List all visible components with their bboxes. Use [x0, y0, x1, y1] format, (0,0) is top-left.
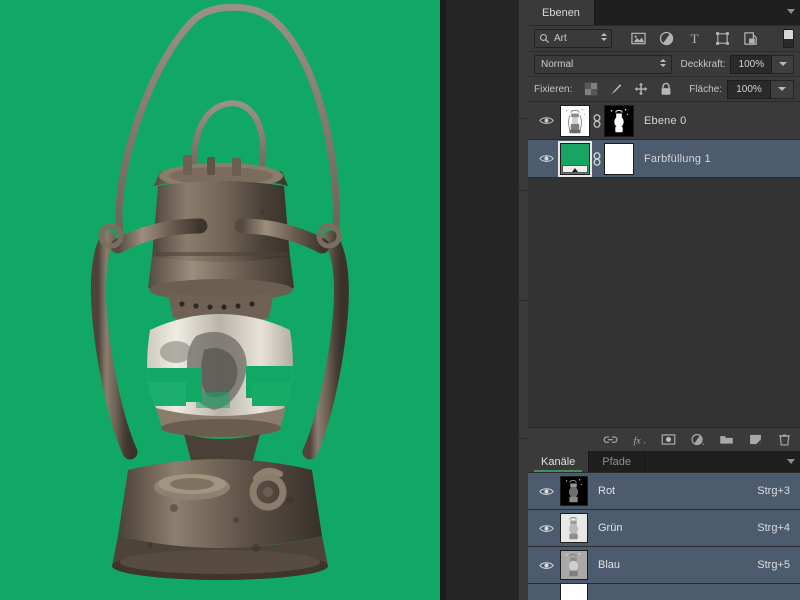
layers-bottom-toolbar: fx — [528, 427, 800, 451]
filter-kind-spinner-icon[interactable] — [601, 33, 607, 41]
table-row[interactable]: Grün Strg+4 — [528, 510, 800, 547]
layer-mask-thumbnail[interactable] — [604, 104, 634, 137]
lock-label: Fixieren: — [534, 83, 573, 95]
panel-resize-handle[interactable] — [518, 0, 529, 600]
layers-tabbar: Ebenen — [528, 0, 800, 26]
delete-layer-icon[interactable] — [777, 432, 792, 447]
layers-panel: Ebenen Art T Normal Deckkraft: 100% Fixi… — [528, 0, 800, 451]
channel-name: Grün — [598, 522, 623, 534]
channel-visibility-toggle[interactable] — [532, 560, 560, 571]
type-layer-filter-icon[interactable]: T — [687, 31, 702, 46]
tab-pfade-label: Pfade — [602, 455, 632, 468]
smart-object-filter-icon[interactable] — [743, 31, 758, 46]
tab-ebenen[interactable]: Ebenen — [528, 0, 595, 25]
layer-visibility-toggle[interactable] — [532, 153, 560, 164]
channels-tabbar: Kanäle Pfade — [528, 451, 800, 473]
svg-text:fx: fx — [634, 435, 642, 446]
table-row[interactable]: Farbfüllung 1 — [528, 140, 800, 178]
fill-layer-mask-thumbnail[interactable] — [604, 142, 634, 175]
table-row[interactable]: Blau Strg+5 — [528, 547, 800, 584]
panel-dock: Ebenen Art T Normal Deckkraft: 100% Fixi… — [528, 0, 800, 600]
fill-layer-thumbnail[interactable] — [558, 140, 592, 177]
eye-icon — [538, 155, 554, 162]
blend-mode-spinner-icon[interactable] — [660, 58, 667, 67]
channel-thumbnail[interactable] — [560, 584, 588, 600]
tab-ebenen-label: Ebenen — [542, 6, 580, 19]
blend-mode-row: Normal Deckkraft: 100% — [528, 52, 800, 77]
layer-name: Ebene 0 — [644, 114, 687, 127]
tab-kanaele-label: Kanäle — [541, 455, 576, 468]
tab-kanaele[interactable]: Kanäle — [528, 451, 590, 472]
filter-enable-toggle[interactable] — [783, 29, 794, 48]
filter-type-icons: T — [631, 31, 758, 46]
new-layer-icon[interactable] — [748, 432, 763, 447]
fill-input[interactable]: 100% — [727, 79, 771, 99]
link-layers-icon[interactable] — [603, 432, 618, 447]
blend-mode-value: Normal — [541, 58, 574, 70]
fill-dropdown-button[interactable] — [771, 79, 794, 99]
lock-all-icon[interactable] — [659, 82, 673, 96]
lock-icons — [584, 82, 673, 96]
layer-filter-row: Art T — [528, 26, 800, 52]
filter-kind-select[interactable]: Art — [534, 29, 612, 48]
eye-icon — [538, 487, 554, 495]
channel-shortcut: Strg+4 — [757, 522, 790, 534]
chevron-down-icon — [778, 62, 787, 66]
layer-style-fx-icon[interactable]: fx — [632, 432, 647, 447]
channel-thumbnail[interactable] — [560, 513, 588, 543]
lock-position-icon[interactable] — [634, 82, 648, 96]
layer-mask-link-icon[interactable] — [590, 151, 604, 166]
layer-name: Farbfüllung 1 — [644, 152, 711, 165]
channel-visibility-toggle[interactable] — [532, 486, 560, 497]
svg-text:T: T — [690, 31, 698, 46]
gradient-slider-icon — [562, 164, 588, 173]
channel-name: Rot — [598, 485, 616, 497]
channel-name: Blau — [598, 559, 621, 571]
table-row[interactable] — [528, 584, 800, 600]
panel-menu-icon[interactable] — [787, 459, 795, 464]
layer-list: Ebene 0 Farbfüllung 1 — [528, 102, 800, 427]
table-row[interactable]: Ebene 0 — [528, 102, 800, 140]
channel-shortcut: Strg+3 — [757, 485, 790, 497]
adjustment-layer-filter-icon[interactable] — [659, 31, 674, 46]
eye-icon — [538, 561, 554, 569]
fill-label: Fläche: — [689, 83, 722, 95]
solid-color-swatch — [561, 143, 589, 174]
channel-thumbnail[interactable] — [560, 550, 588, 580]
search-icon — [539, 33, 549, 43]
tab-pfade[interactable]: Pfade — [589, 451, 646, 472]
channel-visibility-toggle[interactable] — [532, 523, 560, 534]
eye-icon — [538, 117, 554, 124]
pixel-layer-filter-icon[interactable] — [631, 31, 646, 46]
layer-visibility-toggle[interactable] — [532, 115, 560, 126]
add-layer-mask-icon[interactable] — [661, 432, 676, 447]
lantern-image — [0, 0, 440, 600]
opacity-label: Deckkraft: — [680, 58, 726, 70]
photoshop-window: Ebenen Art T Normal Deckkraft: 100% Fixi… — [0, 0, 800, 600]
table-row[interactable]: Rot Strg+3 — [528, 473, 800, 510]
channels-panel: Kanäle Pfade Rot Strg+3 Grün Strg+4 Blau… — [528, 451, 800, 600]
lock-row: Fixieren: Fläche: 100% — [528, 77, 800, 102]
canvas-area[interactable] — [0, 0, 446, 600]
channel-thumbnail[interactable] — [560, 476, 588, 506]
shape-layer-filter-icon[interactable] — [715, 31, 730, 46]
channel-shortcut: Strg+5 — [757, 559, 790, 571]
lock-transparent-pixels-icon[interactable] — [584, 82, 598, 96]
filter-kind-label: Art — [554, 33, 567, 44]
eye-icon — [538, 524, 554, 532]
opacity-dropdown-button[interactable] — [772, 54, 794, 74]
new-group-icon[interactable] — [719, 432, 734, 447]
layer-thumbnail[interactable] — [560, 104, 590, 137]
panel-menu-icon[interactable] — [787, 9, 795, 14]
lock-image-pixels-icon[interactable] — [609, 82, 623, 96]
layer-mask-link-icon[interactable] — [590, 113, 604, 128]
blend-mode-select[interactable]: Normal — [534, 54, 673, 74]
chevron-down-icon — [778, 87, 786, 91]
workspace-filler — [446, 0, 518, 600]
new-adjustment-layer-icon[interactable] — [690, 432, 705, 447]
opacity-input[interactable]: 100% — [730, 54, 773, 74]
